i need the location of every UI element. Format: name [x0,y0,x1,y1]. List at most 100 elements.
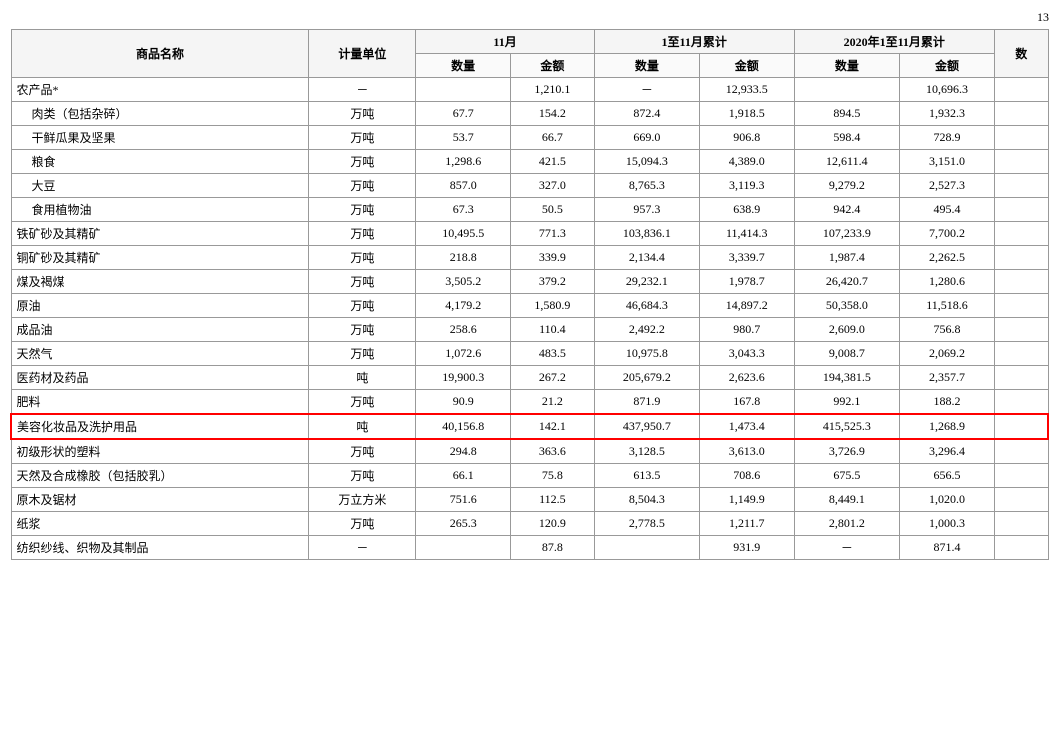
col-cum-amt: 金额 [700,54,795,78]
cell-nov-qty: 67.7 [416,102,511,126]
cell-cum-qty: 669.0 [594,126,699,150]
cell-product-name: 铜矿砂及其精矿 [11,246,309,270]
cell-nov-qty: 751.6 [416,488,511,512]
table-row: 大豆 万吨 857.0 327.0 8,765.3 3,119.3 9,279.… [11,174,1048,198]
col-ratio: 数 [994,30,1048,78]
cell-nov-amt: 483.5 [510,342,594,366]
cell-prev-qty: 50,358.0 [794,294,900,318]
cell-cum-qty: 2,134.4 [594,246,699,270]
col-prev-qty: 数量 [794,54,900,78]
col-prev-cumulative: 2020年1至11月累计 [794,30,994,54]
cell-nov-qty: 258.6 [416,318,511,342]
cell-product-name: 铁矿砂及其精矿 [11,222,309,246]
table-row: 美容化妆品及洗护用品 吨 40,156.8 142.1 437,950.7 1,… [11,414,1048,439]
cell-prev-amt: 495.4 [900,198,995,222]
cell-cum-amt: 906.8 [700,126,795,150]
cell-cum-amt: 1,149.9 [700,488,795,512]
cell-prev-qty: 415,525.3 [794,414,900,439]
cell-nov-qty: 90.9 [416,390,511,415]
cell-cum-amt: 3,043.3 [700,342,795,366]
table-row: 肥料 万吨 90.9 21.2 871.9 167.8 992.1 188.2 [11,390,1048,415]
cell-cum-amt: 980.7 [700,318,795,342]
cell-unit: 万吨 [309,222,416,246]
cell-prev-amt: 3,151.0 [900,150,995,174]
cell-nov-qty: 1,072.6 [416,342,511,366]
cell-unit: 万立方米 [309,488,416,512]
cell-cum-qty: 10,975.8 [594,342,699,366]
cell-unit: 万吨 [309,512,416,536]
cell-prev-qty: 598.4 [794,126,900,150]
table-row: 天然气 万吨 1,072.6 483.5 10,975.8 3,043.3 9,… [11,342,1048,366]
cell-nov-amt: 379.2 [510,270,594,294]
cell-nov-amt: 120.9 [510,512,594,536]
cell-prev-qty: 9,008.7 [794,342,900,366]
cell-prev-qty: 942.4 [794,198,900,222]
cell-nov-qty: 265.3 [416,512,511,536]
cell-unit: 万吨 [309,439,416,464]
cell-unit: 万吨 [309,198,416,222]
cell-unit: 吨 [309,414,416,439]
cell-nov-amt: 75.8 [510,464,594,488]
main-table-container: 商品名称 计量单位 11月 1至11月累计 2020年1至11月累计 数 数量 … [10,29,1049,560]
cell-nov-qty [416,78,511,102]
page-number: 13 [10,10,1049,25]
cell-prev-qty: 2,609.0 [794,318,900,342]
cell-nov-qty: 66.1 [416,464,511,488]
cell-nov-amt: 142.1 [510,414,594,439]
cell-ratio [994,150,1048,174]
cell-prev-amt: 188.2 [900,390,995,415]
cell-product-name: 天然及合成橡胶（包括胶乳） [11,464,309,488]
cell-ratio [994,126,1048,150]
cell-prev-amt: 728.9 [900,126,995,150]
col-nov-amt: 金额 [510,54,594,78]
cell-cum-qty: 15,094.3 [594,150,699,174]
cell-product-name: 农产品* [11,78,309,102]
cell-prev-qty: 675.5 [794,464,900,488]
cell-prev-amt: 1,268.9 [900,414,995,439]
cell-prev-qty: 894.5 [794,102,900,126]
cell-unit: 吨 [309,366,416,390]
cell-cum-qty: 957.3 [594,198,699,222]
cell-unit: 万吨 [309,102,416,126]
cell-prev-qty: 9,279.2 [794,174,900,198]
cell-nov-amt: 110.4 [510,318,594,342]
cell-nov-amt: 1,580.9 [510,294,594,318]
cell-ratio [994,102,1048,126]
cell-product-name: 原油 [11,294,309,318]
cell-prev-amt: 2,527.3 [900,174,995,198]
cell-unit: 万吨 [309,390,416,415]
cell-prev-qty: 1,987.4 [794,246,900,270]
cell-product-name: 初级形状的塑料 [11,439,309,464]
cell-nov-qty: 294.8 [416,439,511,464]
cell-cum-amt: 3,613.0 [700,439,795,464]
cell-prev-qty: － [794,536,900,560]
cell-cum-amt: 1,918.5 [700,102,795,126]
cell-prev-qty: 194,381.5 [794,366,900,390]
table-row: 原油 万吨 4,179.2 1,580.9 46,684.3 14,897.2 … [11,294,1048,318]
cell-cum-amt: 3,339.7 [700,246,795,270]
cell-unit: 万吨 [309,294,416,318]
cell-ratio [994,198,1048,222]
cell-nov-amt: 21.2 [510,390,594,415]
cell-unit: 万吨 [309,270,416,294]
table-row: 农产品* － 1,210.1 － 12,933.5 10,696.3 [11,78,1048,102]
table-row: 粮食 万吨 1,298.6 421.5 15,094.3 4,389.0 12,… [11,150,1048,174]
cell-cum-amt: 4,389.0 [700,150,795,174]
cell-cum-qty: 8,765.3 [594,174,699,198]
cell-cum-qty: 613.5 [594,464,699,488]
cell-prev-amt: 2,069.2 [900,342,995,366]
cell-product-name: 肥料 [11,390,309,415]
col-unit: 计量单位 [309,30,416,78]
cell-product-name: 成品油 [11,318,309,342]
cell-nov-amt: 112.5 [510,488,594,512]
cell-cum-amt: 1,473.4 [700,414,795,439]
cell-cum-amt: 167.8 [700,390,795,415]
cell-product-name: 食用植物油 [11,198,309,222]
cell-cum-qty: 3,128.5 [594,439,699,464]
cell-prev-qty: 26,420.7 [794,270,900,294]
cell-ratio [994,488,1048,512]
cell-prev-qty: 8,449.1 [794,488,900,512]
cell-prev-amt: 2,262.5 [900,246,995,270]
table-row: 纸浆 万吨 265.3 120.9 2,778.5 1,211.7 2,801.… [11,512,1048,536]
cell-cum-amt: 3,119.3 [700,174,795,198]
